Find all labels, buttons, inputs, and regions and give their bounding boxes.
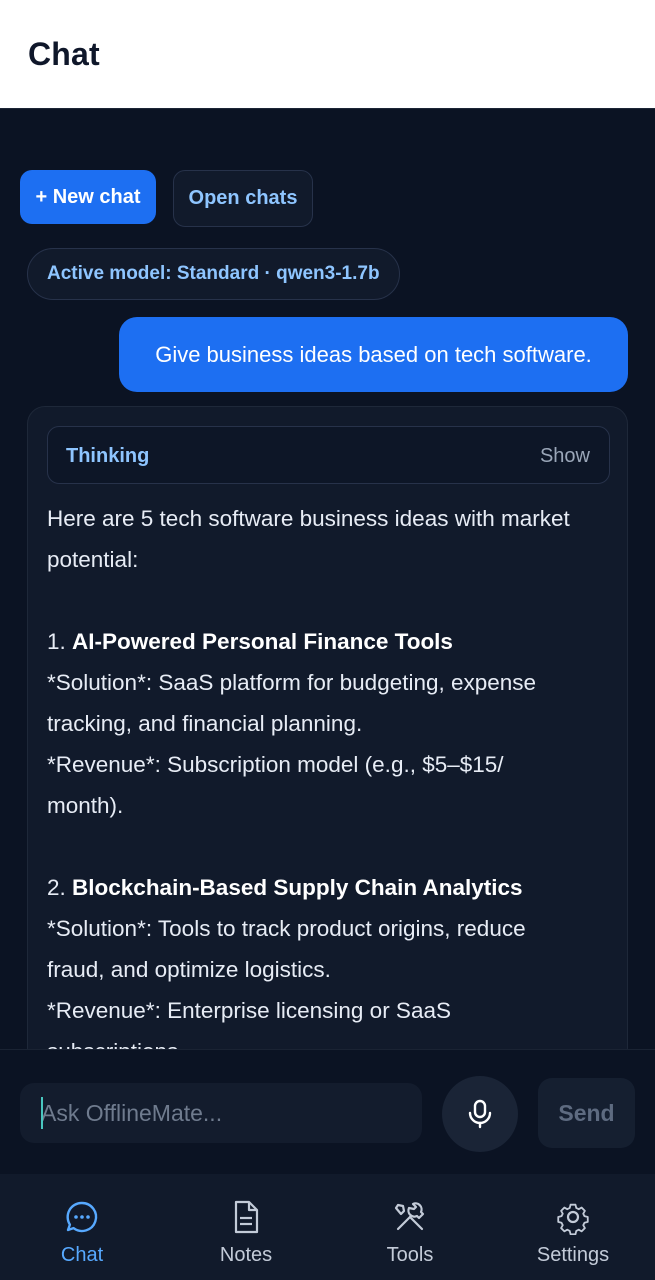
nav-item-settings[interactable]: Settings: [491, 1174, 655, 1280]
list-number: 2.: [47, 875, 73, 900]
send-button[interactable]: Send: [538, 1078, 635, 1148]
text-cursor: [41, 1097, 43, 1129]
app-header: Chat: [0, 0, 655, 109]
gear-icon: [557, 1203, 589, 1235]
user-message-bubble: Give business ideas based on tech softwa…: [119, 317, 628, 392]
answer-line: Here are 5 tech software business ideas …: [47, 506, 570, 531]
nav-item-chat[interactable]: Chat: [0, 1174, 164, 1280]
nav-label: Tools: [386, 1244, 434, 1266]
answer-line: tracking, and financial planning.: [47, 711, 363, 736]
active-model-badge[interactable]: Active model: Standard · qwen3-1.7b: [27, 248, 400, 300]
answer-line: month).: [47, 793, 124, 818]
voice-input-button[interactable]: [442, 1076, 518, 1152]
idea-title: AI-Powered Personal Finance Tools: [72, 629, 453, 654]
answer-line: *Solution*: SaaS platform for budgeting,…: [47, 670, 537, 695]
assistant-message-card: Thinking Show Here are 5 tech software b…: [27, 406, 628, 1066]
tools-icon: [394, 1202, 425, 1231]
answer-line: *Solution*: Tools to track product origi…: [47, 916, 526, 941]
answer-line: *Revenue*: Subscription model (e.g., $5–…: [47, 752, 504, 777]
answer-line: fraud, and optimize logistics.: [47, 957, 331, 982]
chat-bubble-icon: [66, 1201, 98, 1233]
open-chats-button[interactable]: Open chats: [173, 170, 313, 227]
answer-line: *Revenue*: Enterprise licensing or SaaS: [47, 998, 451, 1023]
thinking-show-toggle[interactable]: Show: [540, 445, 590, 468]
page-title: Chat: [28, 36, 100, 72]
new-chat-button[interactable]: + New chat: [20, 170, 156, 224]
nav-label: Notes: [219, 1244, 273, 1266]
answer-heading-line: 2. Blockchain-Based Supply Chain Analyti…: [47, 867, 617, 908]
thinking-panel[interactable]: Thinking Show: [47, 426, 610, 484]
message-composer: Send: [0, 1049, 655, 1174]
list-number: 1.: [47, 629, 73, 654]
nav-label: Settings: [536, 1244, 610, 1266]
assistant-answer-text: Here are 5 tech software business ideas …: [47, 498, 617, 1065]
thinking-label: Thinking: [66, 445, 150, 467]
nav-item-tools[interactable]: Tools: [328, 1174, 492, 1280]
message-input[interactable]: [20, 1083, 422, 1143]
answer-heading-line: 1. AI-Powered Personal Finance Tools: [47, 621, 617, 662]
idea-title: Blockchain-Based Supply Chain Analytics: [72, 875, 523, 900]
microphone-icon: [468, 1099, 492, 1129]
answer-line: potential:: [47, 547, 139, 572]
answer-spacer: [47, 826, 617, 867]
nav-item-notes[interactable]: Notes: [164, 1174, 328, 1280]
nav-label: Chat: [60, 1244, 104, 1266]
answer-spacer: [47, 580, 617, 621]
document-icon: [234, 1200, 259, 1234]
bottom-navigation: Chat Notes Tools Settings: [0, 1174, 655, 1280]
